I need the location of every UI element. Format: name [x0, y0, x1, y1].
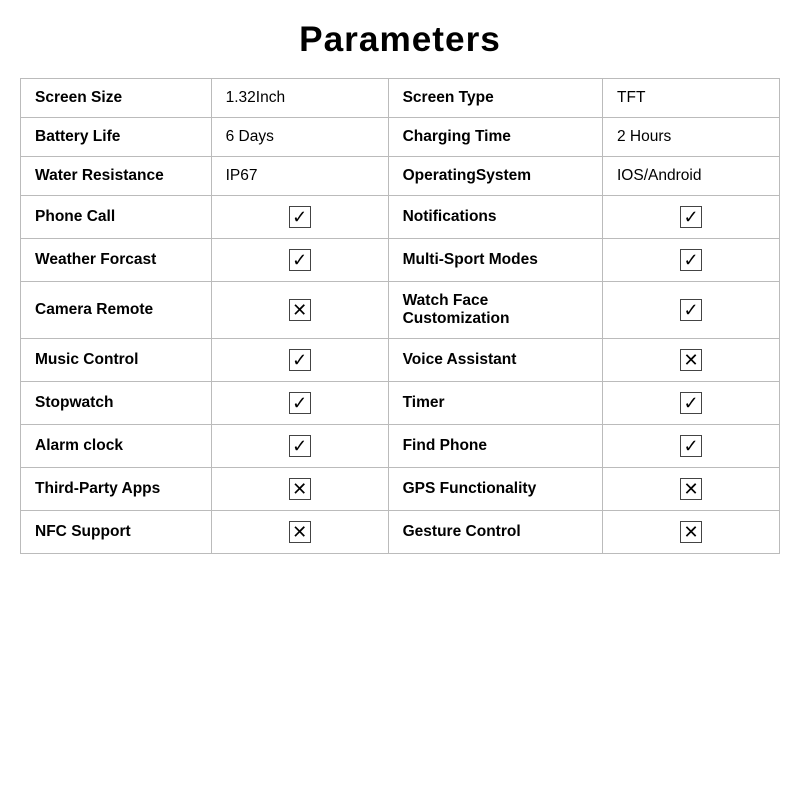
left-value-4: ✓ — [211, 239, 388, 282]
left-value-6: ✓ — [211, 339, 388, 382]
right-label-9: GPS Functionality — [388, 468, 602, 511]
right-label-5: Watch Face Customization — [388, 282, 602, 339]
left-value-8: ✓ — [211, 425, 388, 468]
left-label-2: Water Resistance — [21, 157, 212, 196]
right-label-8: Find Phone — [388, 425, 602, 468]
right-value-10: ✕ — [602, 511, 779, 554]
left-value-5: ✕ — [211, 282, 388, 339]
right-label-1: Charging Time — [388, 118, 602, 157]
left-label-6: Music Control — [21, 339, 212, 382]
left-label-8: Alarm clock — [21, 425, 212, 468]
right-value-3: ✓ — [602, 196, 779, 239]
right-value-6: ✕ — [602, 339, 779, 382]
left-value-10: ✕ — [211, 511, 388, 554]
left-value-2: IP67 — [211, 157, 388, 196]
left-value-1: 6 Days — [211, 118, 388, 157]
left-value-7: ✓ — [211, 382, 388, 425]
left-label-3: Phone Call — [21, 196, 212, 239]
right-value-5: ✓ — [602, 282, 779, 339]
left-value-3: ✓ — [211, 196, 388, 239]
left-value-0: 1.32Inch — [211, 79, 388, 118]
left-label-10: NFC Support — [21, 511, 212, 554]
right-label-10: Gesture Control — [388, 511, 602, 554]
left-label-1: Battery Life — [21, 118, 212, 157]
left-label-0: Screen Size — [21, 79, 212, 118]
left-label-4: Weather Forcast — [21, 239, 212, 282]
right-label-6: Voice Assistant — [388, 339, 602, 382]
right-value-9: ✕ — [602, 468, 779, 511]
page-title: Parameters — [20, 20, 780, 60]
right-label-3: Notifications — [388, 196, 602, 239]
right-label-2: OperatingSystem — [388, 157, 602, 196]
right-value-7: ✓ — [602, 382, 779, 425]
right-label-7: Timer — [388, 382, 602, 425]
right-value-4: ✓ — [602, 239, 779, 282]
left-label-5: Camera Remote — [21, 282, 212, 339]
right-value-8: ✓ — [602, 425, 779, 468]
right-value-1: 2 Hours — [602, 118, 779, 157]
right-value-0: TFT — [602, 79, 779, 118]
left-label-7: Stopwatch — [21, 382, 212, 425]
right-label-0: Screen Type — [388, 79, 602, 118]
right-label-4: Multi-Sport Modes — [388, 239, 602, 282]
left-value-9: ✕ — [211, 468, 388, 511]
parameters-table: Screen Size1.32InchScreen TypeTFT Battery… — [20, 78, 780, 554]
right-value-2: IOS/Android — [602, 157, 779, 196]
left-label-9: Third-Party Apps — [21, 468, 212, 511]
